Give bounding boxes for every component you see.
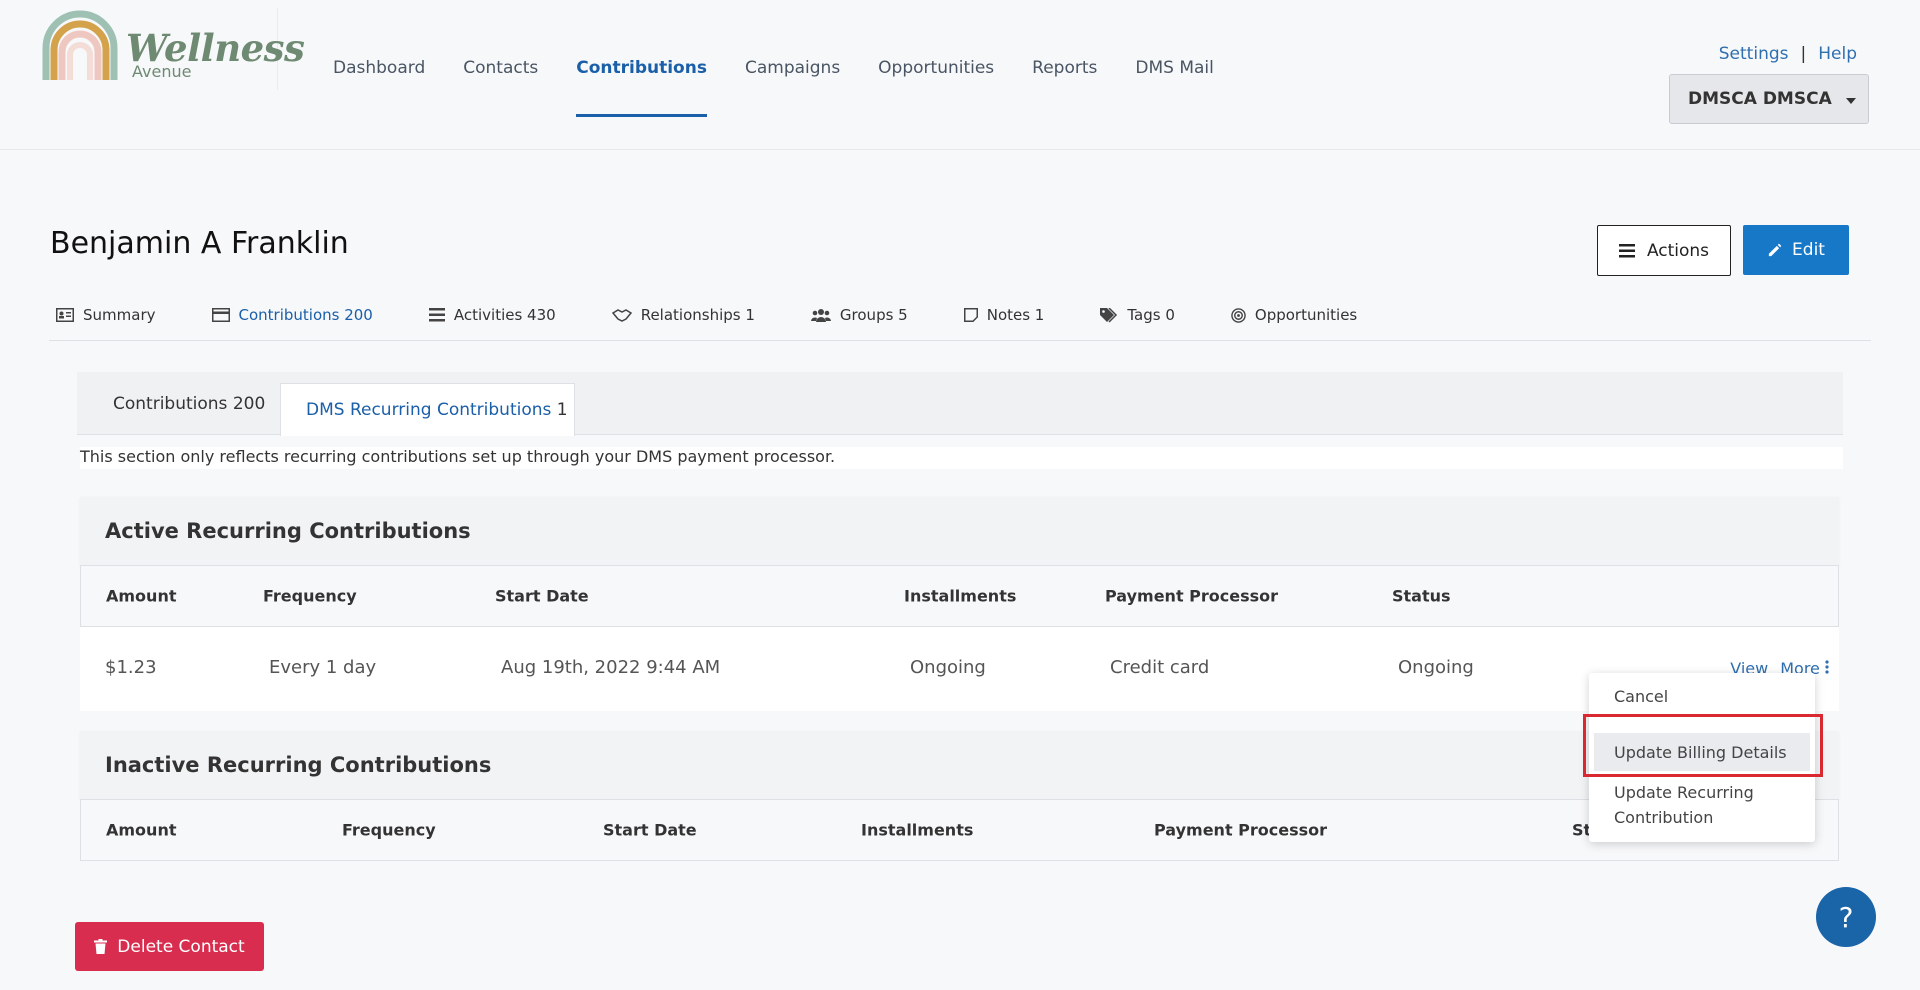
sub-tabs: Contributions 200 DMS Recurring Contribu…: [77, 372, 1843, 436]
link-separator: |: [1800, 44, 1807, 64]
tab-label: Notes 1: [986, 306, 1045, 324]
list-icon: [428, 308, 445, 322]
col-installments: Installments: [904, 586, 1017, 606]
col-start-date: Start Date: [495, 586, 589, 606]
rainbow-logo-icon: [42, 10, 118, 80]
nav-contacts[interactable]: Contacts: [463, 58, 538, 118]
actions-label: Actions: [1646, 240, 1710, 261]
target-icon: [1231, 308, 1246, 323]
section-title: Active Recurring Contributions: [80, 497, 1839, 566]
subtab-label: DMS Recurring Contributions: [306, 400, 552, 420]
subtab-contributions[interactable]: Contributions 200: [113, 372, 265, 436]
logo-subtitle: Avenue: [132, 62, 192, 81]
tags-icon: [1100, 308, 1118, 323]
tab-label: Activities 430: [453, 306, 556, 324]
caret-down-icon: [1845, 98, 1856, 104]
tab-label: Groups 5: [839, 306, 908, 324]
trash-icon: [94, 939, 108, 954]
col-installments: Installments: [861, 820, 974, 840]
col-frequency: Frequency: [263, 586, 357, 606]
help-fab-button[interactable]: ?: [1816, 887, 1876, 947]
users-icon: [810, 309, 831, 322]
tab-groups[interactable]: Groups 5: [810, 306, 908, 340]
page-title: Benjamin A Franklin: [50, 226, 349, 261]
edit-label: Edit: [1792, 240, 1825, 260]
tab-summary[interactable]: Summary: [56, 306, 156, 340]
delete-label: Delete Contact: [117, 936, 245, 957]
note-icon: [963, 308, 978, 322]
nav-campaigns[interactable]: Campaigns: [745, 58, 840, 118]
inactive-section: Inactive Recurring Contributions Amount …: [80, 731, 1839, 861]
nav-dashboard[interactable]: Dashboard: [333, 58, 425, 118]
logo[interactable]: Wellness Avenue: [42, 8, 305, 90]
menu-item-cancel[interactable]: Cancel: [1589, 687, 1815, 706]
tab-activities[interactable]: Activities 430: [428, 306, 556, 340]
kebab-icon: [1825, 660, 1829, 674]
main-nav: Dashboard Contacts Contributions Campaig…: [333, 58, 1252, 118]
handshake-icon: [611, 309, 632, 322]
tab-tags[interactable]: Tags 0: [1100, 306, 1175, 340]
active-section: Active Recurring Contributions Amount Fr…: [80, 497, 1839, 711]
cell-status: Ongoing: [1398, 657, 1474, 678]
tab-label: Summary: [83, 306, 156, 324]
menu-item-update-billing-details[interactable]: Update Billing Details: [1594, 733, 1810, 771]
edit-button[interactable]: Edit: [1743, 225, 1849, 275]
info-note: This section only reflects recurring con…: [80, 447, 1843, 469]
section-title: Inactive Recurring Contributions: [80, 731, 1839, 800]
tab-relationships[interactable]: Relationships 1: [611, 306, 755, 340]
delete-contact-button[interactable]: Delete Contact: [75, 922, 264, 971]
tab-label: Opportunities: [1254, 306, 1358, 324]
contact-tabs: Summary Contributions 200 Activities 430…: [49, 306, 1871, 341]
col-amount: Amount: [106, 586, 177, 606]
col-frequency: Frequency: [342, 820, 436, 840]
actions-button[interactable]: Actions: [1597, 225, 1731, 276]
table-row: $1.23 Every 1 day Aug 19th, 2022 9:44 AM…: [80, 627, 1839, 711]
cell-amount: $1.23: [105, 657, 157, 678]
recurring-panel: Contributions 200 DMS Recurring Contribu…: [77, 372, 1843, 868]
top-links: Settings | Help: [1719, 44, 1857, 64]
table-header: Amount Frequency Start Date Installments…: [80, 800, 1839, 861]
more-dropdown-menu: Cancel Update Billing Details Update Rec…: [1589, 673, 1815, 842]
tab-label: Relationships 1: [640, 306, 755, 324]
help-link[interactable]: Help: [1818, 44, 1857, 64]
credit-card-icon: [211, 308, 230, 322]
col-status: Status: [1392, 586, 1451, 606]
hamburger-icon: [1618, 243, 1635, 257]
tab-label: Contributions 200: [238, 306, 373, 324]
user-menu-button[interactable]: DMSCA DMSCA: [1669, 74, 1869, 124]
cell-frequency: Every 1 day: [269, 657, 377, 678]
subtab-dms-recurring[interactable]: DMS Recurring Contributions 1: [280, 383, 575, 436]
menu-item-update-recurring-contribution[interactable]: Update Recurring Contribution: [1589, 780, 1779, 830]
col-start-date: Start Date: [603, 820, 697, 840]
id-card-icon: [56, 308, 74, 322]
cell-processor: Credit card: [1110, 657, 1210, 678]
tab-opportunities[interactable]: Opportunities: [1231, 306, 1357, 340]
subtab-count: 1: [556, 400, 568, 420]
nav-opportunities[interactable]: Opportunities: [878, 58, 994, 118]
col-amount: Amount: [106, 820, 177, 840]
user-name: DMSCA DMSCA: [1688, 89, 1832, 109]
question-icon: ?: [1838, 900, 1854, 934]
tab-label: Tags 0: [1127, 306, 1175, 324]
cell-start-date: Aug 19th, 2022 9:44 AM: [501, 657, 721, 678]
nav-contributions[interactable]: Contributions: [576, 58, 707, 118]
nav-dms-mail[interactable]: DMS Mail: [1135, 58, 1213, 118]
pencil-icon: [1768, 243, 1782, 256]
settings-link[interactable]: Settings: [1719, 44, 1789, 64]
tab-contributions[interactable]: Contributions 200: [211, 306, 373, 340]
top-header: Wellness Avenue Dashboard Contacts Contr…: [0, 0, 1920, 150]
col-payment-processor: Payment Processor: [1154, 820, 1328, 840]
tab-notes[interactable]: Notes 1: [963, 306, 1045, 340]
col-payment-processor: Payment Processor: [1105, 586, 1279, 606]
table-header: Amount Frequency Start Date Installments…: [80, 566, 1839, 627]
cell-installments: Ongoing: [910, 657, 986, 678]
nav-reports[interactable]: Reports: [1032, 58, 1097, 118]
